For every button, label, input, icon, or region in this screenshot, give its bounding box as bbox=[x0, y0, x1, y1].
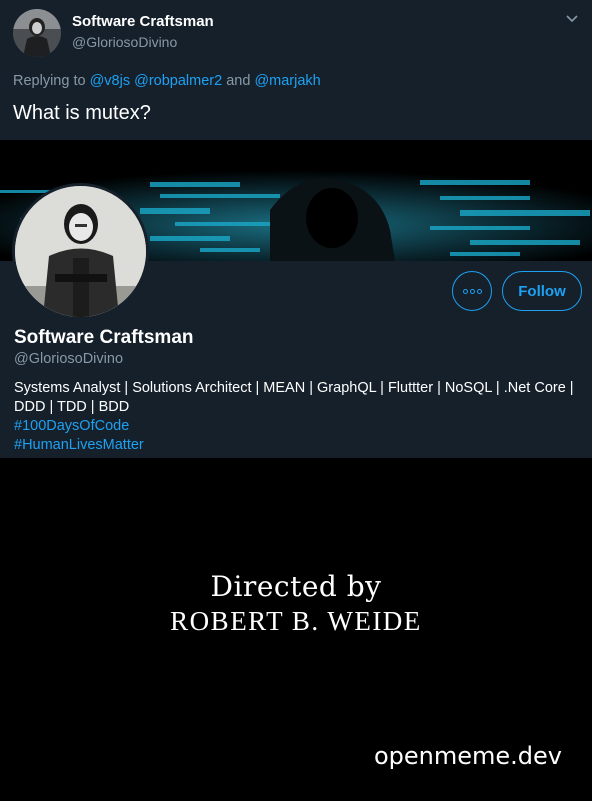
replying-label: Replying to bbox=[13, 73, 90, 89]
credits-screen: Directed by ROBERT B. WEIDE openmeme.dev bbox=[0, 458, 592, 801]
more-dot-icon bbox=[476, 288, 482, 294]
profile-bio: Systems Analyst | Solutions Architect | … bbox=[14, 379, 580, 455]
credits-line-1: Directed by bbox=[210, 570, 382, 603]
mention-link[interactable]: @marjakh bbox=[254, 73, 320, 89]
hashtag-link[interactable]: #HumanLivesMatter bbox=[14, 436, 580, 455]
author-avatar[interactable] bbox=[13, 9, 61, 57]
profile-card: Follow Software Craftsman @GloriosoDivin… bbox=[0, 170, 592, 458]
more-dot-icon bbox=[462, 288, 468, 294]
profile-name: Software Craftsman bbox=[14, 327, 194, 348]
hashtag-link[interactable]: #100DaysOfCode bbox=[14, 417, 580, 436]
profile-handle: @GloriosoDivino bbox=[14, 351, 124, 367]
replying-to: Replying to @v8js @robpalmer2 and @marja… bbox=[13, 73, 321, 89]
credits-line-2: ROBERT B. WEIDE bbox=[170, 606, 422, 636]
tweet-card: Software Craftsman @GloriosoDivino Reply… bbox=[0, 0, 592, 140]
profile-avatar[interactable] bbox=[12, 183, 149, 320]
chevron-down-icon[interactable] bbox=[564, 10, 580, 26]
divider bbox=[0, 140, 592, 170]
author-handle[interactable]: @GloriosoDivino bbox=[72, 34, 177, 50]
more-options-button[interactable] bbox=[452, 271, 492, 311]
mention-and: and bbox=[222, 73, 255, 89]
tweet-text: What is mutex? bbox=[13, 102, 151, 124]
more-dot-icon bbox=[469, 288, 475, 294]
watermark: openmeme.dev bbox=[373, 742, 562, 770]
author-name[interactable]: Software Craftsman bbox=[72, 13, 214, 30]
mention-link[interactable]: @robpalmer2 bbox=[134, 73, 222, 89]
bio-text: Systems Analyst | Solutions Architect | … bbox=[14, 380, 574, 415]
follow-button[interactable]: Follow bbox=[502, 271, 582, 311]
mention-link[interactable]: @v8js bbox=[90, 73, 131, 89]
